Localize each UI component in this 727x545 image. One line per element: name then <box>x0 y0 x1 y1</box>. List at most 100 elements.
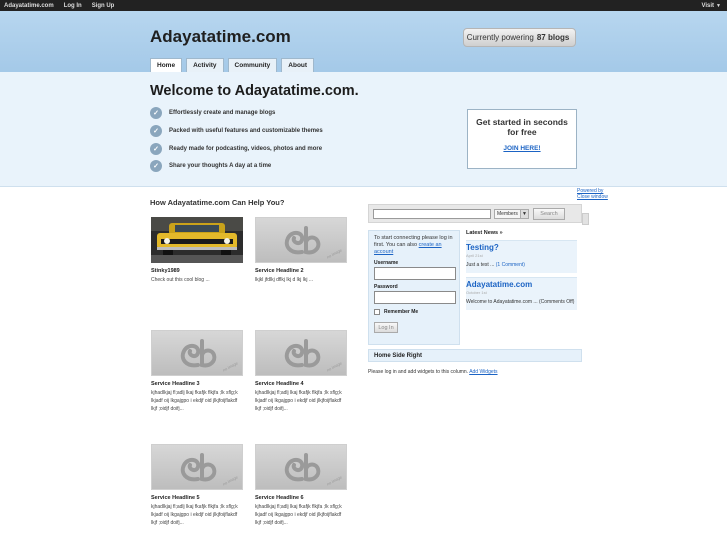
feature-item: ✓ Ready made for podcasting, videos, pho… <box>150 143 322 155</box>
latest-news-heading[interactable]: Latest News » <box>466 230 577 236</box>
latest-news: Latest News » Testing? April 21st Just a… <box>466 230 577 310</box>
car-image <box>151 217 243 263</box>
powering-badge: Currently powering 87 blogs <box>463 28 576 47</box>
site-header: Adayatatime.com Currently powering 87 bl… <box>0 11 727 72</box>
news-item: Adayatatime.com October 1st Welcome to A… <box>466 277 577 310</box>
service-card[interactable]: no image Service Headline 5 kjhadlkjaj f… <box>151 444 243 527</box>
card-text: lkjkl jfdlkj dflkj lkj d lkj lkj ... <box>255 277 314 283</box>
feature-label: Ready made for podcasting, videos, photo… <box>169 146 323 152</box>
site-title[interactable]: Adayatatime.com <box>150 27 291 47</box>
card-title: Stinky1989 <box>151 268 180 274</box>
signup-box: Get started in seconds for free JOIN HER… <box>467 109 577 169</box>
edublogs-logo-icon <box>180 339 217 368</box>
chevron-down-icon: ▼ <box>520 210 528 218</box>
news-date: October 1st <box>466 290 487 295</box>
service-card[interactable]: no image Service Headline 4 kjhadlkjaj f… <box>255 330 347 413</box>
image-tag: no image <box>325 247 343 260</box>
checkmark-icon: ✓ <box>150 107 162 119</box>
search-bar: Members ▼ Search <box>368 204 582 223</box>
tab-activity[interactable]: Activity <box>186 58 224 72</box>
search-input[interactable] <box>373 209 491 219</box>
tab-home[interactable]: Home <box>150 58 183 72</box>
login-button[interactable]: Log In <box>374 322 398 333</box>
card-text: kjhadlkjaj fl;adlj lkaj fkafjk flkjfa ;l… <box>255 390 342 412</box>
side-right-note: Please log in and add widgets to this co… <box>368 369 498 375</box>
news-summary: Welcome to Adayatatime.com ... (Comments… <box>466 298 577 306</box>
image-tag: no image <box>325 474 343 487</box>
placeholder-image: no image <box>255 444 347 490</box>
checkmark-icon: ✓ <box>150 143 162 155</box>
news-comments-link[interactable]: (1 Comment) <box>496 262 525 268</box>
username-label: Username <box>374 260 399 266</box>
login-box: To start connecting please log in first.… <box>368 230 460 345</box>
powered-by-link[interactable]: Powered by Close window <box>577 188 608 200</box>
powered-by-line2: Close window <box>577 194 608 200</box>
admin-bar: Adayatatime.com Log In Sign Up Visit ▼ <box>0 0 727 11</box>
edublogs-logo-icon <box>284 226 321 255</box>
card-text: Check out this cool blog ... <box>151 277 210 283</box>
home-side-right-heading: Home Side Right <box>368 349 582 362</box>
powering-count: 87 blogs <box>536 33 570 42</box>
news-date: April 21st <box>466 253 483 258</box>
service-card[interactable]: no image Service Headline 2 lkjkl jfdlkj… <box>255 217 347 284</box>
password-field[interactable] <box>374 291 456 304</box>
search-scope-value: Members <box>497 211 518 217</box>
edublogs-logo-icon <box>284 339 321 368</box>
checkmark-icon: ✓ <box>150 160 162 172</box>
welcome-panel: Welcome to Adayatatime.com. ✓ Effortless… <box>0 72 727 187</box>
login-intro: To start connecting please log in first.… <box>374 235 454 256</box>
tab-about[interactable]: About <box>281 58 315 72</box>
card-text: kjhadlkjaj fl;adlj lkaj fkafjk flkjfa ;l… <box>151 390 238 412</box>
placeholder-image: no image <box>255 217 347 263</box>
remember-me-row: Remember Me <box>374 309 454 315</box>
tab-community[interactable]: Community <box>227 58 278 72</box>
feature-item: ✓ Packed with useful features and custom… <box>150 125 323 137</box>
signup-heading: Get started in seconds for free <box>476 117 568 137</box>
service-card[interactable]: no image Service Headline 6 kjhadlkjaj f… <box>255 444 347 527</box>
service-card[interactable]: no image Service Headline 3 kjhadlkjaj f… <box>151 330 243 413</box>
placeholder-image: no image <box>151 330 243 376</box>
feature-item: ✓ Effortlessly create and manage blogs <box>150 107 275 119</box>
feature-label: Packed with useful features and customiz… <box>169 128 323 134</box>
adminbar-login-link[interactable]: Log In <box>59 3 87 9</box>
adminbar-site-link[interactable]: Adayatatime.com <box>0 3 59 9</box>
welcome-title: Welcome to Adayatatime.com. <box>150 83 359 99</box>
image-tag: no image <box>221 474 239 487</box>
card-title: Service Headline 4 <box>255 381 304 387</box>
card-title: Service Headline 3 <box>151 381 200 387</box>
news-item: Testing? April 21st Just a test ... (1 C… <box>466 240 577 273</box>
service-card[interactable]: Stinky1989 Check out this cool blog ... <box>151 217 243 284</box>
card-title: Service Headline 5 <box>151 495 200 501</box>
feature-item: ✓ Share your thoughts A day at a time <box>150 160 271 172</box>
feature-label: Effortlessly create and manage blogs <box>169 110 276 116</box>
search-scope-select[interactable]: Members ▼ <box>494 209 529 219</box>
adminbar-visit-label: Visit <box>701 2 715 9</box>
main-nav: Home Activity Community About <box>150 58 318 72</box>
news-title[interactable]: Testing? <box>466 243 577 252</box>
edublogs-logo-icon <box>180 453 217 482</box>
remember-me-checkbox[interactable] <box>374 309 380 315</box>
side-right-note-text: Please log in and add widgets to this co… <box>368 369 469 375</box>
scroll-handle[interactable] <box>582 213 589 225</box>
add-widgets-link[interactable]: Add Widgets <box>469 369 497 375</box>
card-text: kjhadlkjaj fl;adlj lkaj fkafjk flkjfa ;l… <box>151 504 238 526</box>
join-link[interactable]: JOIN HERE! <box>503 145 540 152</box>
adminbar-visit-menu[interactable]: Visit ▼ <box>701 3 727 9</box>
card-title: Service Headline 6 <box>255 495 304 501</box>
help-section-title: How Adayatatime.com Can Help You? <box>150 198 285 207</box>
adminbar-signup-link[interactable]: Sign Up <box>87 3 120 9</box>
powering-prefix: Currently powering <box>466 33 534 42</box>
card-title: Service Headline 2 <box>255 268 304 274</box>
news-comments-status: (Comments Off) <box>539 299 575 305</box>
search-button[interactable]: Search <box>533 208 565 220</box>
username-field[interactable] <box>374 267 456 280</box>
car-photo <box>151 217 243 263</box>
placeholder-image: no image <box>151 444 243 490</box>
password-label: Password <box>374 284 398 290</box>
news-summary-text: Just a test ... <box>466 262 495 268</box>
chevron-down-icon: ▼ <box>716 2 721 9</box>
placeholder-image: no image <box>255 330 347 376</box>
news-summary: Just a test ... (1 Comment) <box>466 261 577 269</box>
remember-me-label: Remember Me <box>384 309 419 315</box>
news-title[interactable]: Adayatatime.com <box>466 280 577 289</box>
